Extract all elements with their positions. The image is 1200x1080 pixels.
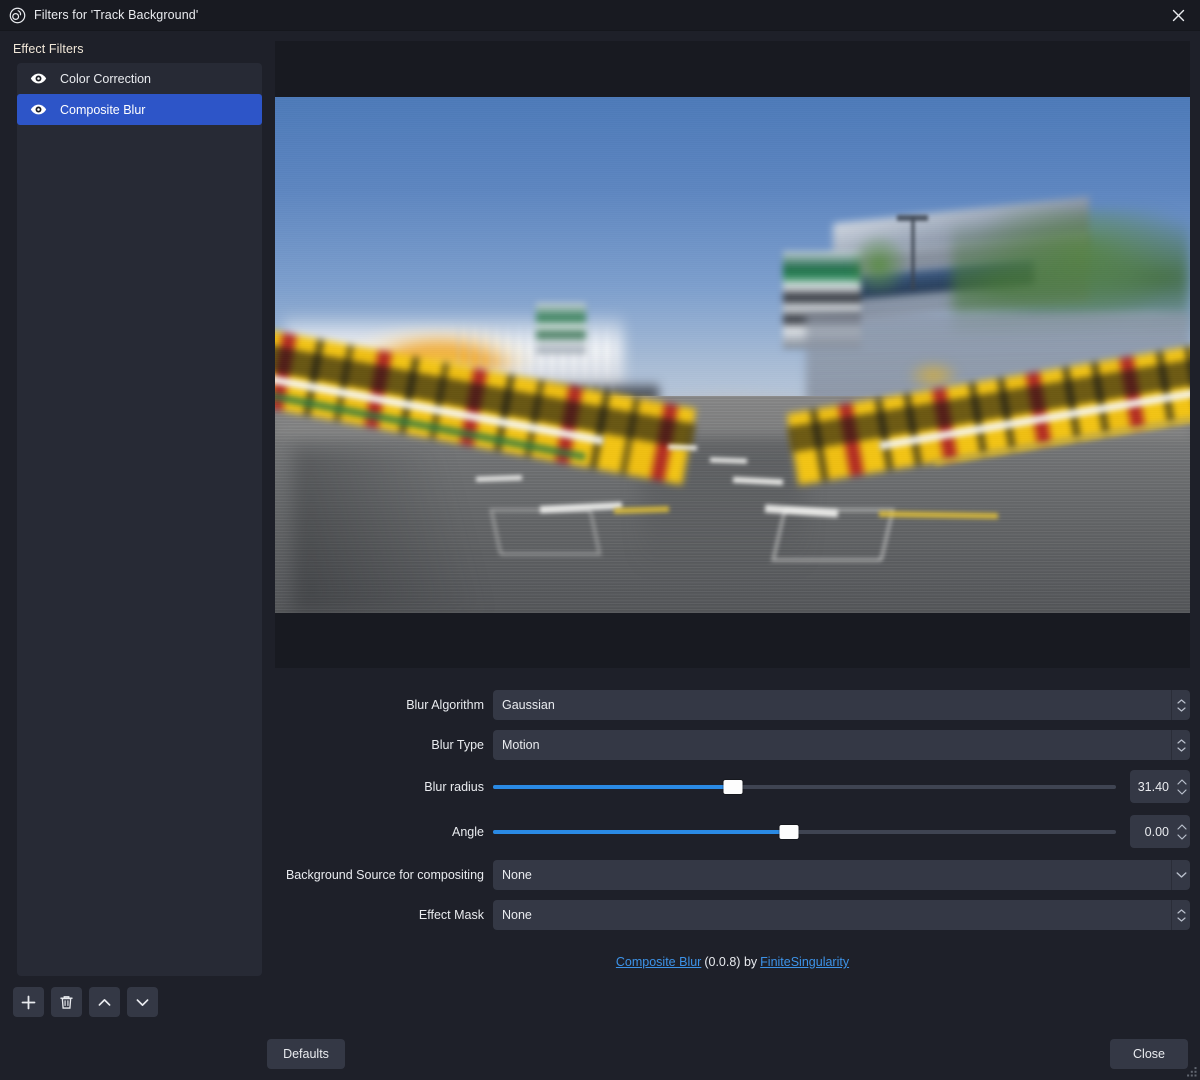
add-filter-button[interactable]: [13, 987, 44, 1017]
eye-icon[interactable]: [30, 70, 47, 87]
property-row-blur-algorithm: Blur Algorithm Gaussian: [275, 690, 1190, 720]
property-row-angle: Angle 0.00: [275, 815, 1190, 848]
plus-icon: [21, 995, 36, 1009]
chevron-up-icon: [1176, 738, 1186, 744]
preview-image: [275, 96, 1190, 613]
obs-logo-icon: [9, 7, 26, 23]
chevron-up-icon[interactable]: [1176, 778, 1187, 785]
combobox-arrow[interactable]: [1171, 860, 1190, 890]
effect-mask-label: Effect Mask: [418, 908, 484, 922]
dialog-body: Effect Filters Color Correction Composit…: [0, 31, 1200, 1028]
filter-list[interactable]: Color Correction Composite Blur: [17, 63, 262, 976]
trash-icon: [60, 995, 73, 1009]
plugin-author-link[interactable]: FiniteSingularity: [760, 955, 849, 969]
plugin-version-text: (0.0.8) by: [704, 955, 758, 969]
eye-icon[interactable]: [30, 101, 47, 118]
blur-radius-spinbox[interactable]: 31.40: [1130, 770, 1190, 803]
blur-algorithm-value: Gaussian: [502, 698, 555, 712]
chevron-down-icon: [1176, 872, 1186, 878]
property-row-background-source: Background Source for compositing None: [275, 860, 1190, 890]
chevron-down-icon: [1176, 746, 1186, 752]
spinbox-arrows[interactable]: [1173, 770, 1190, 803]
defaults-button[interactable]: Defaults: [267, 1039, 345, 1069]
chevron-down-icon[interactable]: [1176, 833, 1187, 840]
title-bar: Filters for 'Track Background': [0, 0, 1200, 31]
plugin-name-link[interactable]: Composite Blur: [616, 955, 701, 969]
blur-radius-value: 31.40: [1137, 779, 1169, 794]
resize-grip-icon[interactable]: [1185, 1065, 1198, 1078]
blur-algorithm-label: Blur Algorithm: [406, 698, 484, 712]
blur-radius-label: Blur radius: [424, 779, 484, 794]
blur-type-combobox[interactable]: Motion: [493, 730, 1190, 760]
filter-name-label: Composite Blur: [60, 102, 146, 117]
filter-list-toolbar: [0, 976, 267, 1028]
effect-filters-panel: Effect Filters Color Correction Composit…: [0, 31, 267, 1028]
close-icon: [1172, 9, 1184, 22]
angle-value: 0.00: [1144, 824, 1169, 839]
chevron-down-icon: [136, 998, 149, 1006]
angle-spinbox[interactable]: 0.00: [1130, 815, 1190, 848]
chevron-up-icon: [1176, 698, 1186, 704]
effect-mask-value: None: [502, 908, 532, 922]
filters-dialog: Filters for 'Track Background' Effect Fi…: [0, 0, 1200, 1080]
blur-radius-slider[interactable]: [493, 772, 1130, 802]
angle-slider-handle[interactable]: [779, 824, 799, 839]
close-button[interactable]: Close: [1110, 1039, 1188, 1069]
filter-list-item-composite-blur[interactable]: Composite Blur: [17, 94, 262, 125]
effect-filters-heading: Effect Filters: [13, 42, 84, 56]
blur-algorithm-combobox[interactable]: Gaussian: [493, 690, 1190, 720]
window-close-button[interactable]: [1156, 0, 1200, 31]
combobox-arrows[interactable]: [1171, 730, 1190, 760]
angle-slider[interactable]: [493, 817, 1130, 847]
blur-radius-slider-handle[interactable]: [723, 779, 743, 794]
blur-type-label: Blur Type: [431, 738, 484, 752]
background-source-value: None: [502, 868, 532, 882]
filter-properties-panel: Blur Algorithm Gaussian Blur Type Motion…: [267, 31, 1200, 1028]
window-title: Filters for 'Track Background': [34, 8, 199, 22]
chevron-up-icon: [1176, 908, 1186, 914]
filter-name-label: Color Correction: [60, 71, 152, 86]
chevron-down-icon: [1176, 706, 1186, 712]
chevron-down-icon[interactable]: [1176, 788, 1187, 795]
filter-preview-area: [275, 41, 1190, 668]
chevron-up-icon[interactable]: [1176, 823, 1187, 830]
angle-label: Angle: [452, 824, 484, 839]
filter-list-item-color-correction[interactable]: Color Correction: [17, 63, 262, 94]
blur-type-value: Motion: [502, 738, 540, 752]
property-row-effect-mask: Effect Mask None: [275, 900, 1190, 930]
dialog-footer: Defaults Close: [0, 1028, 1200, 1080]
property-row-blur-radius: Blur radius 31.40: [275, 770, 1190, 803]
spinbox-arrows[interactable]: [1173, 815, 1190, 848]
properties-form: Blur Algorithm Gaussian Blur Type Motion…: [267, 668, 1200, 1028]
background-source-combobox[interactable]: None: [493, 860, 1190, 890]
chevron-up-icon: [98, 998, 111, 1006]
combobox-arrows[interactable]: [1171, 900, 1190, 930]
chevron-down-icon: [1176, 916, 1186, 922]
move-filter-down-button[interactable]: [127, 987, 158, 1017]
plugin-credit: Composite Blur (0.0.8) by FiniteSingularit…: [275, 955, 1190, 969]
property-row-blur-type: Blur Type Motion: [275, 730, 1190, 760]
move-filter-up-button[interactable]: [89, 987, 120, 1017]
combobox-arrows[interactable]: [1171, 690, 1190, 720]
remove-filter-button[interactable]: [51, 987, 82, 1017]
effect-mask-combobox[interactable]: None: [493, 900, 1190, 930]
background-source-label: Background Source for compositing: [285, 868, 484, 882]
